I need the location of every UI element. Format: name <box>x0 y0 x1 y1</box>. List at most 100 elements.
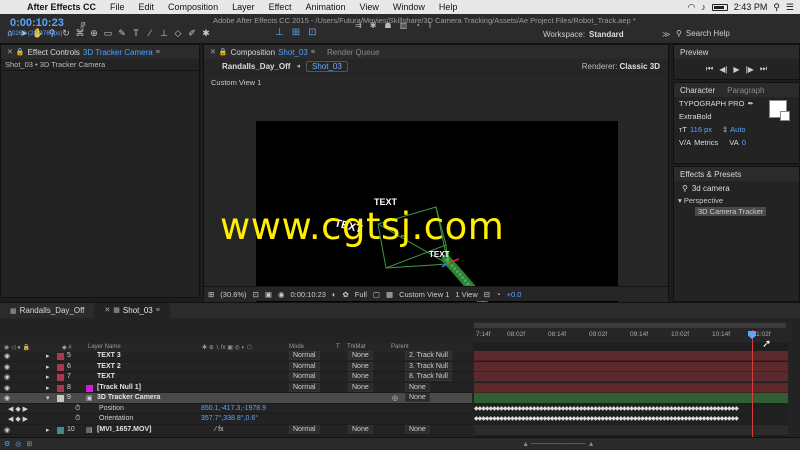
layer-row[interactable]: ◉ ▸ 10 ▤ [MVI_1657.MOV] ∕ fx Normal None… <box>0 424 472 435</box>
snapshot-icon[interactable]: ◉ <box>278 290 285 299</box>
rectangle-tool-icon[interactable]: ▭ <box>102 27 114 39</box>
scene-text-3[interactable]: TEXT <box>429 250 450 259</box>
region-icon[interactable]: ▢ <box>373 290 380 299</box>
layer-label-swatch[interactable] <box>57 384 64 392</box>
layer-mode-dropdown[interactable]: Normal <box>289 361 320 371</box>
zoom-slider[interactable]: ▲ ─────────── ▲ <box>522 441 594 448</box>
tab-timeline-shot-03[interactable]: ✕ ▦ Shot_03 ≡ <box>94 303 170 318</box>
pen-tool-icon[interactable]: ✎ <box>116 27 128 39</box>
zoom-dropdown[interactable]: (30.6%) <box>220 290 246 299</box>
menu-view[interactable]: View <box>352 2 385 12</box>
expand-triangle-icon[interactable]: ▸ <box>46 426 50 434</box>
menu-list-icon[interactable]: ☰ <box>786 2 794 13</box>
layer-name[interactable]: TEXT 3 <box>97 352 121 359</box>
layer-mode-dropdown[interactable]: Normal <box>289 351 320 360</box>
puppet-tool-icon[interactable]: ✱ <box>200 27 212 39</box>
layer-parent-dropdown[interactable]: None <box>405 382 430 392</box>
draft-3d-icon[interactable]: ✱ <box>370 21 377 30</box>
layer-mode-dropdown[interactable]: Normal <box>289 382 320 392</box>
playhead-line[interactable] <box>752 330 753 442</box>
layer-label-swatch[interactable] <box>57 353 64 360</box>
view-axis-icon[interactable]: ⊡ <box>308 27 316 38</box>
menu-animation[interactable]: Animation <box>298 2 352 12</box>
toggle-pixel-icon[interactable]: ⊟ <box>484 290 490 299</box>
spotlight-icon[interactable]: ⚲ <box>773 2 780 13</box>
tab-render-queue[interactable]: Render Queue <box>321 48 385 57</box>
toggle-modes-icon[interactable]: ◎ <box>15 440 21 448</box>
keyframe-nav-icon[interactable]: ◀ ◆ ▶ <box>8 415 28 423</box>
timeline-search-icon[interactable]: ⚲̸ <box>80 21 86 30</box>
layer-label-swatch[interactable] <box>57 426 64 434</box>
last-frame-icon[interactable]: ⏭ <box>760 64 767 74</box>
tab-effects-presets[interactable]: Effects & Presets <box>674 170 747 179</box>
lock-icon[interactable]: 🔒 <box>16 48 25 56</box>
layer-bar-selected[interactable] <box>474 393 788 403</box>
exposure-icon[interactable]: ◔ <box>496 290 501 299</box>
tab-timeline-randalls[interactable]: ▦ Randalls_Day_Off <box>0 306 94 315</box>
font-style-dropdown[interactable]: ExtraBold <box>679 112 712 121</box>
layer-label-swatch[interactable] <box>57 363 64 371</box>
toggle-switches-icon[interactable]: ⚙ <box>4 440 10 448</box>
exposure-value[interactable]: +0.0 <box>507 290 522 299</box>
color-channels-icon[interactable]: ✿ <box>342 290 348 299</box>
eye-icon[interactable]: ◉ <box>4 373 10 381</box>
menu-edit[interactable]: Edit <box>132 2 162 12</box>
prev-frame-icon[interactable]: ◀| <box>719 65 727 74</box>
local-axis-icon[interactable]: ⊥ <box>275 27 284 38</box>
grid-icon[interactable]: ▣ <box>265 290 272 299</box>
menu-window[interactable]: Window <box>386 2 432 12</box>
col-trkmat[interactable]: TrkMat <box>347 344 365 350</box>
col-layer-name[interactable]: Layer Name <box>88 344 121 350</box>
clock[interactable]: 2:43 PM <box>734 2 768 12</box>
always-preview-icon[interactable]: ⊞ <box>208 290 214 299</box>
layer-mode-dropdown[interactable]: Normal <box>289 372 320 381</box>
property-value[interactable]: 357.7°,338.8°,0.6° <box>201 415 258 422</box>
graph-editor-icon[interactable]: ⌇ <box>428 21 432 30</box>
menu-file[interactable]: File <box>103 2 132 12</box>
col-mode[interactable]: Mode <box>289 344 304 350</box>
clone-tool-icon[interactable]: ⊥ <box>158 27 170 39</box>
play-icon[interactable]: ▶ <box>733 65 739 74</box>
eye-icon[interactable]: ◉ <box>4 394 10 402</box>
layer-trkmat-dropdown[interactable]: None <box>348 351 373 360</box>
workspace-menu-icon[interactable]: ≫ <box>662 30 670 39</box>
panel-menu-icon[interactable]: ≡ <box>156 303 160 318</box>
subtab-shot-03[interactable]: Shot_03 <box>305 60 348 72</box>
comp-flowchart-icon[interactable]: ⇉ <box>355 21 362 30</box>
transparency-grid-icon[interactable]: ▦ <box>386 290 393 299</box>
menu-composition[interactable]: Composition <box>161 2 225 12</box>
resolution-dropdown[interactable]: Full <box>355 290 367 299</box>
layer-name[interactable]: 3D Tracker Camera <box>97 394 160 401</box>
panel-menu-icon[interactable]: ≡ <box>156 49 160 56</box>
fx-switch-icon[interactable]: ∕ fx <box>215 426 224 433</box>
layer-trkmat-dropdown[interactable]: None <box>348 372 373 381</box>
brush-tool-icon[interactable]: ∕ <box>144 27 156 39</box>
keyframe-nav-icon[interactable]: ◀ ◆ ▶ <box>8 405 28 413</box>
layer-name[interactable]: [MVI_1657.MOV] <box>97 426 151 433</box>
expand-triangle-icon[interactable]: ▸ <box>46 384 50 392</box>
toggle-in-out-icon[interactable]: ⊞ <box>26 440 32 448</box>
layer-row[interactable]: ◉ ▸ 8 [Track Null 1] Normal None None <box>0 382 472 393</box>
motion-blur-icon[interactable]: ◔ <box>415 21 420 30</box>
layer-bar[interactable] <box>474 372 788 382</box>
col-parent[interactable]: Parent <box>391 344 409 350</box>
layer-name[interactable]: TEXT 2 <box>97 363 121 370</box>
layer-row-selected[interactable]: ◉ ▾ 9 ▣ 3D Tracker Camera ◎ None <box>0 393 472 404</box>
property-value[interactable]: 850.1,-417.3,-1978.9 <box>201 405 266 412</box>
effects-search-field[interactable]: ⚲ 3d camera <box>674 181 799 195</box>
keyframe-track[interactable]: ◆◆◆◆◆◆◆◆◆◆◆◆◆◆◆◆◆◆◆◆◆◆◆◆◆◆◆◆◆◆◆◆◆◆◆◆◆◆◆◆… <box>474 414 788 424</box>
layer-row[interactable]: ◉ ▸ 5 TEXT 3 Normal None 2. Track Null <box>0 351 472 362</box>
eye-icon[interactable]: ◉ <box>4 352 10 360</box>
stroke-color-swatch[interactable] <box>780 111 790 121</box>
shy-layers-icon[interactable]: ☗ <box>384 21 391 30</box>
tab-paragraph[interactable]: Paragraph <box>721 86 770 95</box>
eye-icon[interactable]: ◉ <box>4 384 10 392</box>
world-axis-icon[interactable]: ⊞ <box>292 27 300 38</box>
layer-parent-dropdown[interactable]: 3. Track Null <box>405 361 452 371</box>
layer-label-swatch[interactable] <box>57 395 64 402</box>
layer-name[interactable]: TEXT <box>97 373 115 380</box>
disclosure-triangle-icon[interactable]: ▾ <box>678 196 682 205</box>
layer-bar[interactable] <box>474 382 788 393</box>
font-family-dropdown[interactable]: TYPOGRAPH PRO <box>679 99 744 108</box>
expand-triangle-icon[interactable]: ▸ <box>46 373 50 381</box>
